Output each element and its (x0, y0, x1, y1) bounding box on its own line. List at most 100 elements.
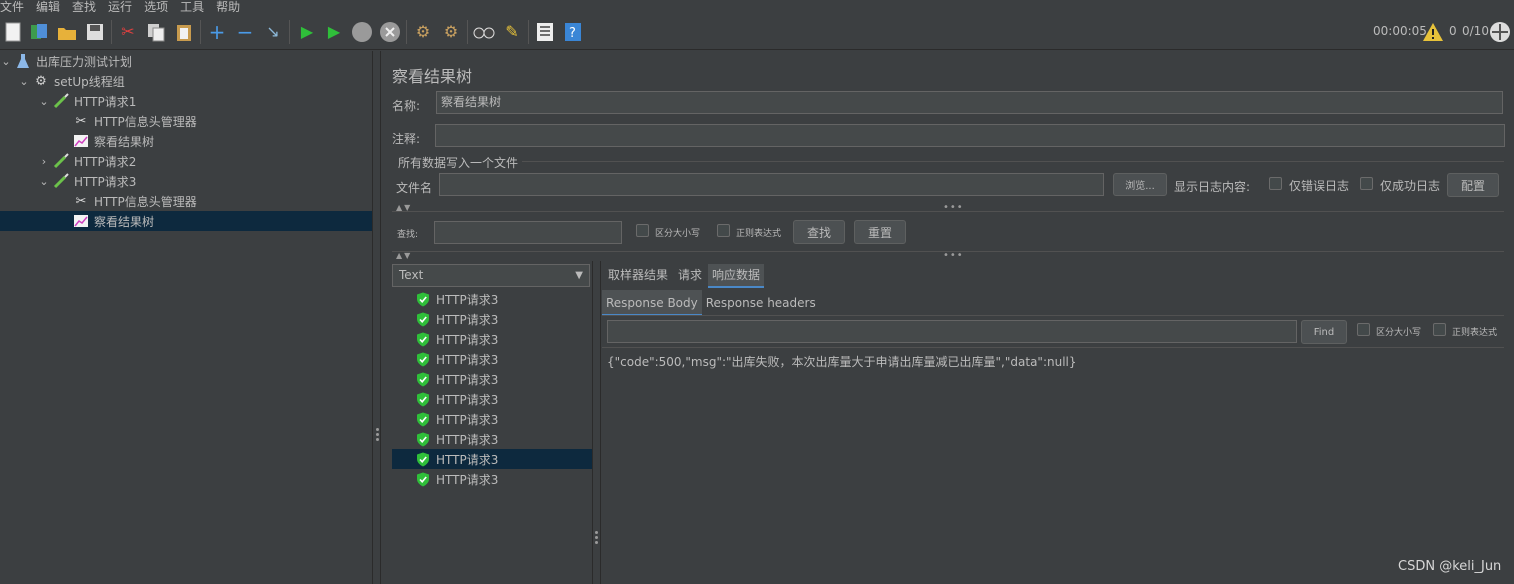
success-shield-icon (417, 392, 429, 406)
success-shield-icon (417, 452, 429, 466)
tree-node-http-request-2[interactable]: › HTTP请求2 (0, 151, 372, 171)
function-helper-icon[interactable] (534, 21, 556, 43)
result-item[interactable]: HTTP请求3 (392, 389, 592, 409)
save-icon[interactable] (84, 21, 106, 43)
menu-search[interactable]: 查找 (72, 1, 96, 12)
menu-edit[interactable]: 编辑 (36, 1, 60, 12)
configure-button[interactable]: 配置 (1447, 173, 1499, 197)
result-item[interactable]: HTTP请求3 (392, 289, 592, 309)
divider-dots[interactable]: ••• (943, 202, 964, 213)
templates-icon[interactable] (28, 21, 50, 43)
collapse-arrows-icon[interactable]: ▲▼ (396, 203, 412, 212)
help-icon[interactable]: ? (562, 21, 584, 43)
menu-help[interactable]: 帮助 (216, 1, 240, 12)
tree-node-label: HTTP请求1 (74, 94, 137, 109)
tree-node-header-manager-3[interactable]: ✂ HTTP信息头管理器 (0, 191, 372, 211)
success-only-checkbox[interactable] (1360, 177, 1373, 190)
paste-icon[interactable] (173, 21, 195, 43)
result-item[interactable]: HTTP请求3 (392, 429, 592, 449)
remote-icon[interactable] (1489, 21, 1511, 43)
result-item-label: HTTP请求3 (436, 452, 499, 467)
chevron-down-icon[interactable]: ⌄ (38, 95, 50, 108)
result-item[interactable]: HTTP请求3 (392, 369, 592, 389)
renderer-select[interactable]: Text ▼ (392, 264, 590, 287)
case-sensitive-label: 区分大小写 (655, 229, 701, 239)
splitter-grip (376, 433, 379, 436)
warning-icon[interactable] (1422, 21, 1444, 43)
browse-button[interactable]: 浏览... (1113, 173, 1167, 196)
tab-request[interactable]: 请求 (674, 264, 706, 288)
new-icon[interactable] (2, 21, 24, 43)
result-item[interactable]: HTTP请求3 (392, 469, 592, 489)
start-no-pause-icon[interactable]: ▶ (323, 21, 345, 43)
copy-icon[interactable] (145, 21, 167, 43)
chevron-right-icon[interactable]: › (38, 155, 50, 168)
start-icon[interactable]: ▶ (296, 21, 318, 43)
tree-node-header-manager-1[interactable]: ✂ HTTP信息头管理器 (0, 111, 372, 131)
chevron-down-icon[interactable]: ⌄ (18, 75, 30, 88)
collapse-arrows-icon[interactable]: ▲▼ (396, 251, 412, 260)
toolbar-separator (200, 20, 201, 44)
search-icon[interactable] (473, 21, 495, 43)
case-sensitive-checkbox[interactable] (636, 224, 649, 237)
result-item[interactable]: HTTP请求3 (392, 449, 592, 469)
reset-button[interactable]: 重置 (854, 220, 906, 244)
menu-file[interactable]: 文件 (0, 1, 24, 12)
open-icon[interactable] (56, 21, 78, 43)
collapse-icon[interactable]: − (234, 21, 256, 43)
response-search-input[interactable] (607, 320, 1297, 343)
results-splitter[interactable] (592, 261, 601, 584)
tree-node-view-results-tree-1[interactable]: 察看结果树 (0, 131, 372, 151)
result-item[interactable]: HTTP请求3 (392, 349, 592, 369)
stop-icon[interactable] (351, 21, 373, 43)
result-item[interactable]: HTTP请求3 (392, 309, 592, 329)
comment-field[interactable] (435, 124, 1505, 147)
clear-icon[interactable]: ⚙ (412, 21, 434, 43)
tree-node-http-request-1[interactable]: ⌄ HTTP请求1 (0, 91, 372, 111)
menu-run[interactable]: 运行 (108, 1, 132, 12)
chevron-down-icon[interactable]: ⌄ (38, 175, 50, 188)
tree-node-test-plan[interactable]: ⌄ 出库压力测试计划 (0, 51, 372, 71)
tab-response-headers[interactable]: Response headers (702, 290, 820, 316)
toggle-icon[interactable]: ↘ (262, 21, 284, 43)
name-field[interactable]: 察看结果树 (436, 91, 1503, 114)
tree-node-setup-thread-group[interactable]: ⌄ ⚙ setUp线程组 (0, 71, 372, 91)
search-input[interactable] (434, 221, 622, 244)
toolbar-separator (406, 20, 407, 44)
result-item[interactable]: HTTP请求3 (392, 329, 592, 349)
toolbar: ✂ + − ↘ ▶ ▶ ⚙ ⚙ ✎ ? 00:00:05 0 0/10 (0, 14, 1514, 50)
menu-options[interactable]: 选项 (144, 1, 168, 12)
log-content-label: 显示日志内容: (1174, 180, 1251, 194)
response-case-sensitive-checkbox[interactable] (1357, 323, 1370, 336)
result-item[interactable]: HTTP请求3 (392, 409, 592, 429)
divider (602, 347, 1504, 348)
menu-tools[interactable]: 工具 (180, 1, 204, 12)
watermark: CSDN @keli_Jun (1398, 559, 1502, 574)
success-shield-icon (417, 412, 429, 426)
errors-only-checkbox[interactable] (1269, 177, 1282, 190)
success-shield-icon (417, 312, 429, 326)
find-button[interactable]: 查找 (793, 220, 845, 244)
tab-sampler-result[interactable]: 取样器结果 (604, 264, 672, 288)
tab-response-body[interactable]: Response Body (602, 290, 702, 316)
tree-node-view-results-tree-3[interactable]: 察看结果树 (0, 211, 372, 231)
clear-all-icon[interactable]: ⚙ (440, 21, 462, 43)
response-body-text[interactable]: {"code":500,"msg":"出库失败，本次出库量大于申请出库量减已出库… (607, 353, 1077, 370)
cut-icon[interactable]: ✂ (117, 21, 139, 43)
tree-node-http-request-3[interactable]: ⌄ HTTP请求3 (0, 171, 372, 191)
pane-splitter[interactable] (372, 51, 381, 584)
success-shield-icon (417, 432, 429, 446)
filename-field[interactable] (439, 173, 1104, 196)
chevron-down-icon[interactable]: ⌄ (0, 55, 12, 68)
divider-dots[interactable]: ••• (943, 250, 964, 261)
expand-icon[interactable]: + (206, 21, 228, 43)
tree-node-label: 察看结果树 (94, 214, 155, 229)
response-find-button[interactable]: Find (1301, 320, 1347, 344)
tab-response-data[interactable]: 响应数据 (708, 264, 765, 288)
shutdown-icon[interactable] (379, 21, 401, 43)
response-regex-checkbox[interactable] (1433, 323, 1446, 336)
reset-search-icon[interactable]: ✎ (501, 21, 523, 43)
svg-text:?: ? (569, 26, 576, 41)
regex-checkbox[interactable] (717, 224, 730, 237)
splitter-grip (595, 531, 598, 534)
